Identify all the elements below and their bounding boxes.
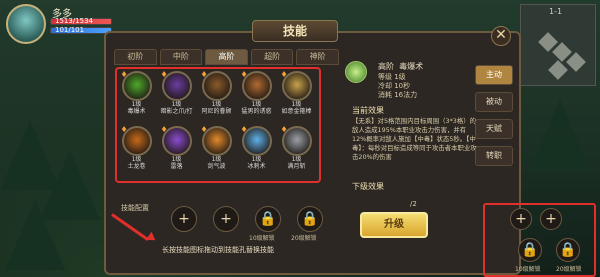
flame-icon: ♦	[120, 70, 128, 79]
current-effect-desc: 【无系】对5格范围内目标周围（3*3格）的敌人造成195%本职业攻击力伤害，并有…	[352, 117, 477, 161]
skill-icon: ♦	[120, 125, 152, 156]
flame-icon: ♦	[200, 125, 208, 134]
hp-bar: 1513/1534	[50, 17, 112, 25]
side-tab-active[interactable]: 主动	[475, 65, 513, 85]
side-tab-talent[interactable]: 天赋	[475, 119, 513, 139]
empty-slot[interactable]: +	[171, 206, 197, 232]
selected-skill-header: 高阶 毒爆术	[378, 61, 423, 72]
skill-cost-line: 消耗 16法力	[378, 91, 418, 99]
side-tab-job-change[interactable]: 转职	[475, 146, 513, 166]
next-effect-fragment: /2	[410, 200, 417, 208]
side-tab-passive[interactable]: 被动	[475, 92, 513, 112]
skill-item[interactable]: ♦ 1级 满月斩	[280, 125, 313, 174]
map-tile	[548, 60, 568, 80]
hp-text: 1513/1534	[55, 17, 93, 25]
skill-level: 1级	[131, 156, 142, 163]
hud-lock-text: 20级解锁	[556, 266, 582, 273]
player-avatar[interactable]	[6, 4, 46, 44]
skill-name: 雷落	[170, 163, 183, 170]
selected-skill-name: 毒爆术	[399, 62, 424, 71]
skill-item[interactable]: ♦ 1级 阿尼的眷顾	[200, 70, 233, 119]
skill-level: 1级	[251, 101, 262, 108]
hud-locked-slot[interactable]: 🔒	[518, 238, 542, 262]
tree-icon	[5, 200, 65, 270]
tab-tier-3[interactable]: 高阶	[205, 49, 248, 65]
skill-icon: ♦	[200, 125, 232, 156]
next-effect-title: 下级效果	[352, 182, 384, 191]
hud-empty-slot[interactable]: +	[510, 208, 532, 230]
skill-name: 毒爆术	[127, 108, 146, 115]
flame-icon: ♦	[160, 70, 168, 79]
map-tile	[566, 52, 586, 72]
minimap-label: 1-1	[549, 7, 563, 16]
skill-item[interactable]: ♦ 1级 土龙卷	[120, 125, 153, 174]
hud-empty-slot[interactable]: +	[540, 208, 562, 230]
minimap[interactable]: 1-1	[520, 4, 596, 86]
tree-icon	[530, 100, 590, 170]
skill-name: 土龙卷	[127, 163, 146, 170]
drag-hint: 长按技能图标拖动到技能孔替换技能	[162, 246, 274, 254]
slots-label: 技能配置	[121, 204, 149, 212]
skill-icon: ♦	[280, 125, 312, 156]
skill-name: 剑气波	[207, 163, 226, 170]
tab-tier-2[interactable]: 中阶	[159, 49, 203, 65]
skill-name: 冰刺术	[247, 163, 266, 170]
flame-icon: ♦	[240, 125, 248, 134]
tab-tier-4[interactable]: 超阶	[250, 49, 294, 65]
skill-level: 1级	[131, 101, 142, 108]
skill-item[interactable]: ♦ 1级 毒爆术	[120, 70, 153, 119]
locked-slot[interactable]: 🔒	[297, 206, 323, 232]
slot-lock-text: 20级解锁	[291, 235, 317, 242]
skill-item[interactable]: ♦ 1级 如意金箍棒	[280, 70, 313, 119]
skill-icon: ♦	[160, 125, 192, 156]
slot-lock-text: 10级解锁	[249, 235, 275, 242]
skill-level: 1级	[291, 101, 302, 108]
skill-icon: ♦	[280, 70, 312, 101]
skill-icon: ♦	[240, 70, 272, 101]
locked-slot[interactable]: 🔒	[255, 206, 281, 232]
skill-item[interactable]: ♦ 1级 雷落	[160, 125, 193, 174]
mp-bar: 101/101	[50, 26, 112, 34]
selected-skill-icon	[345, 61, 367, 83]
empty-slot[interactable]: +	[213, 206, 239, 232]
tab-tier-5[interactable]: 神阶	[296, 49, 339, 65]
skill-level: 1级	[171, 101, 182, 108]
skill-name: 如意金箍棒	[281, 108, 312, 115]
skill-item[interactable]: ♦ 1级 猛男的诱惑	[240, 70, 273, 119]
tab-tier-1[interactable]: 初阶	[114, 49, 157, 65]
skill-icon: ♦	[160, 70, 192, 101]
skill-item[interactable]: ♦ 1级 暗影之爪/打	[160, 70, 193, 119]
skill-level: 1级	[211, 101, 222, 108]
panel-title: 技能	[252, 20, 338, 42]
flame-icon: ♦	[160, 125, 168, 134]
flame-icon: ♦	[200, 70, 208, 79]
mp-text: 101/101	[55, 26, 85, 34]
skill-name: 暗影之爪/打	[160, 108, 193, 115]
flame-icon: ♦	[120, 125, 128, 134]
tier-tag: 高阶	[378, 62, 394, 71]
skill-name: 阿尼的眷顾	[201, 108, 232, 115]
close-button[interactable]: ✕	[491, 26, 511, 46]
skill-name: 猛男的诱惑	[241, 108, 272, 115]
skill-item[interactable]: ♦ 1级 剑气波	[200, 125, 233, 174]
skill-icon: ♦	[120, 70, 152, 101]
skill-level: 1级	[251, 156, 262, 163]
skill-icon: ♦	[240, 125, 272, 156]
skill-item[interactable]: ♦ 1级 冰刺术	[240, 125, 273, 174]
flame-icon: ♦	[240, 70, 248, 79]
skill-level: 1级	[291, 156, 302, 163]
skill-name: 满月斩	[287, 163, 306, 170]
flame-icon: ♦	[280, 125, 288, 134]
upgrade-button[interactable]: 升级	[360, 212, 428, 238]
skill-icon: ♦	[200, 70, 232, 101]
tier-tabs: 初阶 中阶 高阶 超阶 神阶	[114, 49, 339, 65]
skill-level: 1级	[171, 156, 182, 163]
current-effect-title: 当前效果	[352, 106, 384, 115]
skill-level: 1级	[211, 156, 222, 163]
hud-lock-text: 10级解锁	[515, 266, 541, 273]
hud-locked-slot[interactable]: 🔒	[556, 238, 580, 262]
flame-icon: ♦	[280, 70, 288, 79]
